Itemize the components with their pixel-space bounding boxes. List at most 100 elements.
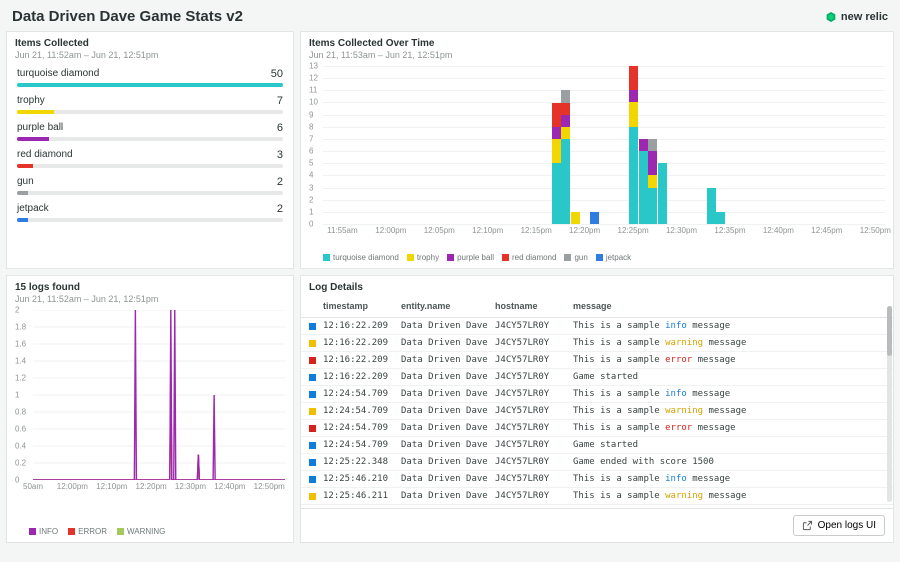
open-logs-ui-button[interactable]: Open logs UI: [793, 515, 885, 536]
log-row[interactable]: 12:24:54.709Data Driven DaveJ4CY57LR0YTh…: [301, 386, 893, 403]
log-entity: Data Driven Dave: [401, 338, 495, 348]
y-tick: 0.8: [15, 408, 26, 417]
y-tick: 2: [15, 306, 19, 315]
log-row[interactable]: 12:25:46.211Data Driven DaveJ4CY57LR0YTh…: [301, 488, 893, 505]
log-timestamp: 12:25:46.211: [323, 491, 401, 501]
legend-item[interactable]: trophy: [407, 253, 439, 262]
log-timestamp: 12:16:22.209: [323, 355, 401, 365]
stacked-bar[interactable]: [716, 212, 725, 224]
log-row[interactable]: 12:16:22.209Data Driven DaveJ4CY57LR0YGa…: [301, 369, 893, 386]
log-timestamp: 12:24:54.709: [323, 440, 401, 450]
log-entity: Data Driven Dave: [401, 423, 495, 433]
item-label: red diamond: [17, 149, 73, 161]
log-level-icon: [309, 408, 316, 415]
y-tick: 1.6: [15, 340, 26, 349]
item-label: trophy: [17, 95, 45, 107]
x-tick: 12:15pm: [521, 226, 552, 235]
item-label: turquoise diamond: [17, 68, 99, 80]
logs-chart-range: Jun 21, 11:52am – Jun 21, 12:51pm: [15, 294, 285, 304]
x-tick: 12:40pm: [763, 226, 794, 235]
item-label: gun: [17, 176, 34, 188]
legend-item[interactable]: gun: [564, 253, 587, 262]
legend-item[interactable]: jetpack: [596, 253, 631, 262]
legend-item[interactable]: purple ball: [447, 253, 494, 262]
y-tick: 12: [309, 74, 318, 83]
x-tick: 50am: [23, 482, 43, 491]
legend-item[interactable]: WARNING: [117, 527, 165, 536]
stacked-bar[interactable]: [639, 139, 648, 224]
item-row[interactable]: trophy 7: [17, 95, 283, 114]
item-row[interactable]: jetpack 2: [17, 203, 283, 222]
x-tick: 12:35pm: [714, 226, 745, 235]
stacked-bar[interactable]: [571, 212, 580, 224]
x-tick: 11:55am: [327, 226, 358, 235]
log-level-icon: [309, 459, 316, 466]
y-tick: 0: [309, 220, 313, 229]
log-entity: Data Driven Dave: [401, 491, 495, 501]
legend-item[interactable]: turquoise diamond: [323, 253, 399, 262]
item-track: [17, 191, 283, 195]
card-items-collected: Items Collected Jun 21, 11:52am – Jun 21…: [6, 31, 294, 269]
log-host: J4CY57LR0Y: [495, 491, 573, 501]
stacked-bar[interactable]: [707, 188, 716, 224]
newrelic-icon: [825, 11, 837, 23]
log-table-scrollbar[interactable]: [887, 306, 892, 502]
x-tick: 12:45pm: [811, 226, 842, 235]
log-entity: Data Driven Dave: [401, 457, 495, 467]
log-row[interactable]: 12:16:22.209Data Driven DaveJ4CY57LR0YTh…: [301, 335, 893, 352]
item-row[interactable]: turquoise diamond 50: [17, 68, 283, 87]
item-value: 50: [271, 68, 283, 80]
item-track: [17, 164, 283, 168]
stacked-bar[interactable]: [648, 139, 657, 224]
x-tick: 12:30pm: [175, 482, 206, 491]
stacked-bar[interactable]: [629, 66, 638, 224]
y-tick: 0.2: [15, 459, 26, 468]
log-row[interactable]: 12:24:54.709Data Driven DaveJ4CY57LR0YTh…: [301, 420, 893, 437]
item-label: jetpack: [17, 203, 49, 215]
log-message: Game ended with score 1500: [573, 457, 885, 467]
log-timestamp: 12:16:22.209: [323, 321, 401, 331]
page-title: Data Driven Dave Game Stats v2: [12, 8, 243, 25]
x-tick: 12:20pm: [136, 482, 167, 491]
stacked-bar[interactable]: [561, 90, 570, 224]
log-timestamp: 12:25:22.348: [323, 457, 401, 467]
stacked-bar[interactable]: [590, 212, 599, 224]
x-tick: 12:50pm: [860, 226, 891, 235]
log-table-body[interactable]: 12:16:22.209Data Driven DaveJ4CY57LR0YTh…: [301, 318, 893, 508]
logs-chart-title: 15 logs found: [15, 282, 285, 293]
log-message: This is a sample info message: [573, 389, 885, 399]
item-row[interactable]: red diamond3: [17, 149, 283, 168]
log-timestamp: 12:24:54.709: [323, 423, 401, 433]
y-tick: 1.2: [15, 374, 26, 383]
item-row[interactable]: purple ball6: [17, 122, 283, 141]
y-tick: 1.4: [15, 357, 26, 366]
y-tick: 3: [309, 183, 313, 192]
item-value: 7: [277, 95, 283, 107]
y-tick: 0: [15, 476, 19, 485]
x-tick: 12:25pm: [617, 226, 648, 235]
legend-item[interactable]: red diamond: [502, 253, 556, 262]
stacked-bar[interactable]: [552, 103, 561, 225]
log-row[interactable]: 12:24:54.709Data Driven DaveJ4CY57LR0YGa…: [301, 437, 893, 454]
log-row[interactable]: 12:24:54.709Data Driven DaveJ4CY57LR0YTh…: [301, 403, 893, 420]
stacked-bar[interactable]: [658, 163, 667, 224]
item-row[interactable]: gun2: [17, 176, 283, 195]
log-host: J4CY57LR0Y: [495, 457, 573, 467]
y-tick: 8: [309, 122, 313, 131]
y-tick: 9: [309, 110, 313, 119]
log-entity: Data Driven Dave: [401, 406, 495, 416]
item-value: 2: [277, 203, 283, 215]
y-tick: 11: [309, 86, 317, 95]
y-tick: 6: [309, 147, 313, 156]
log-entity: Data Driven Dave: [401, 355, 495, 365]
item-track: [17, 137, 283, 141]
legend-item[interactable]: ERROR: [68, 527, 107, 536]
x-tick: 12:05pm: [424, 226, 455, 235]
log-message: This is a sample warning message: [573, 491, 885, 501]
legend-item[interactable]: INFO: [29, 527, 58, 536]
log-row[interactable]: 12:16:22.209Data Driven DaveJ4CY57LR0YTh…: [301, 352, 893, 369]
log-row[interactable]: 12:25:46.210Data Driven DaveJ4CY57LR0YTh…: [301, 471, 893, 488]
log-row[interactable]: 12:16:22.209Data Driven DaveJ4CY57LR0YTh…: [301, 318, 893, 335]
log-row[interactable]: 12:25:22.348Data Driven DaveJ4CY57LR0YGa…: [301, 454, 893, 471]
log-entity: Data Driven Dave: [401, 389, 495, 399]
